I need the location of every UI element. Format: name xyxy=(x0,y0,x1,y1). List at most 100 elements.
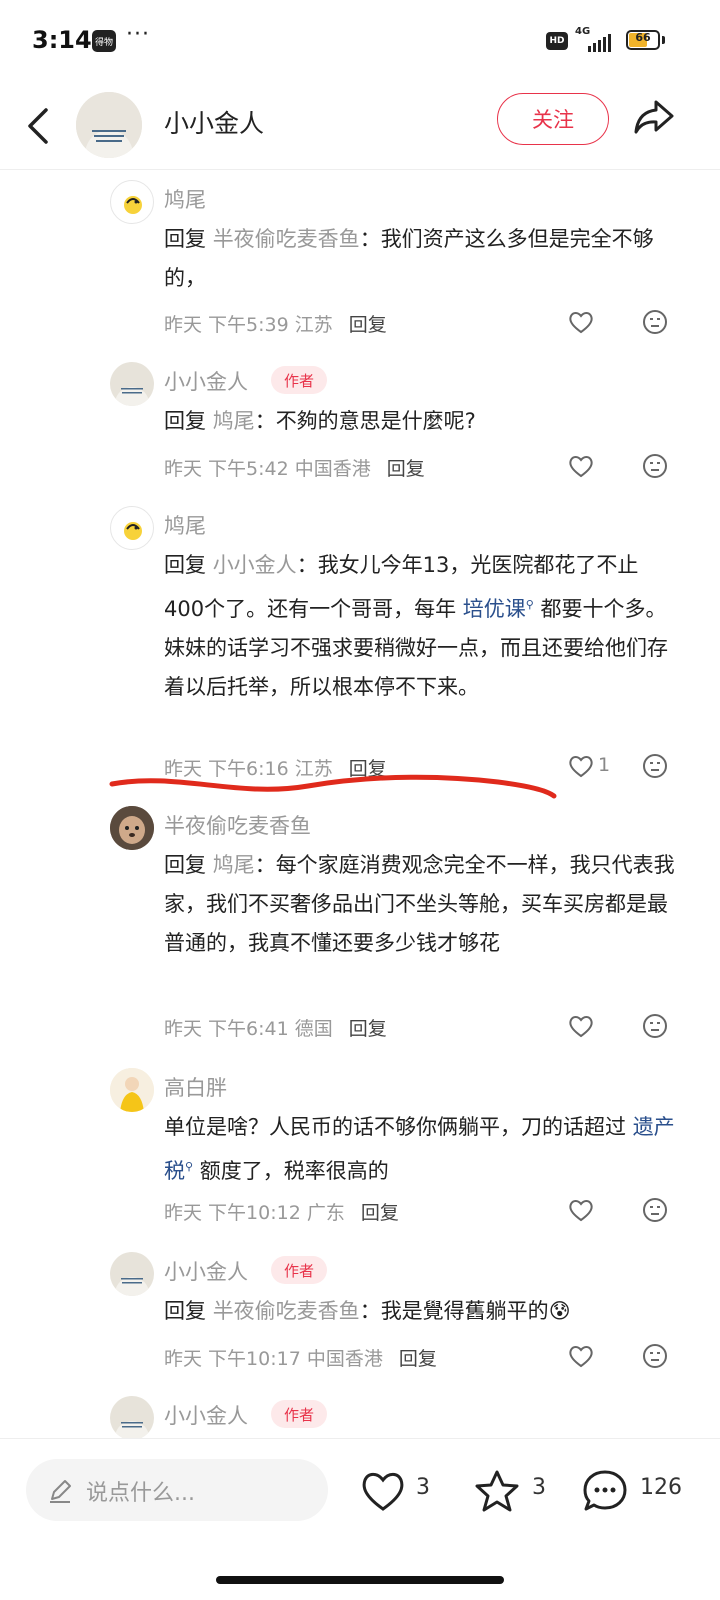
comment-text: 回复 鸠尾：每个家庭消费观念完全不一样，我只代表我家，我们不买奢侈品出门不坐头等… xyxy=(164,846,676,963)
commenter-name[interactable]: 高白胖 xyxy=(164,1072,227,1102)
comment-text: 回复 半夜偷吃麦香鱼：我是覺得舊躺平的😰 xyxy=(164,1292,676,1331)
red-annotation-stroke xyxy=(109,774,557,799)
comment-body-cont: 额度了，税率很高的 xyxy=(199,1159,389,1183)
commenter-avatar[interactable] xyxy=(110,1396,154,1440)
dislike-face-icon[interactable] xyxy=(642,309,668,335)
dislike-face-icon[interactable] xyxy=(642,453,668,479)
comment-item: 鸠尾 回复 小小金人：我女儿今年13，光医院都花了不止400个了。还有一个哥哥，… xyxy=(0,504,720,794)
reply-prefix: 回复 xyxy=(164,1299,206,1323)
comment-body: 单位是啥？人民币的话不够你俩躺平，刀的话超过 xyxy=(164,1115,626,1139)
dislike-face-icon[interactable] xyxy=(642,1013,668,1039)
comment-item: 小小金人 作者 回复 鸠尾：不夠的意思是什麼呢? 昨天 下午5:42 中国香港 … xyxy=(0,360,720,490)
comment-body: 我是覺得舊躺平的 xyxy=(380,1299,549,1323)
comment-time-location: 昨天 下午10:17 中国香港 xyxy=(164,1348,383,1370)
reply-target[interactable]: 小小金人 xyxy=(213,553,297,577)
reply-colon: ： xyxy=(254,409,276,433)
reply-button[interactable]: 回复 xyxy=(399,1348,437,1370)
reply-button[interactable]: 回复 xyxy=(361,1202,399,1224)
comment-text: 回复 小小金人：我女儿今年13，光医院都花了不止400个了。还有一个哥哥，每年 … xyxy=(164,546,676,707)
keyword-link[interactable]: 培优课 xyxy=(463,597,526,621)
star-icon[interactable] xyxy=(474,1469,520,1513)
reply-prefix: 回复 xyxy=(164,227,206,251)
user-avatar[interactable] xyxy=(76,92,142,158)
hd-icon: HD xyxy=(546,32,568,50)
like-heart-icon[interactable] xyxy=(360,1469,406,1513)
comment-item: 高白胖 单位是啥？人民币的话不够你俩躺平，刀的话超过 遗产税⚲ 额度了，税率很高… xyxy=(0,1066,720,1236)
heart-icon[interactable] xyxy=(568,454,594,478)
commenter-name[interactable]: 鸠尾 xyxy=(164,184,206,214)
star-count: 3 xyxy=(532,1475,546,1500)
commenter-avatar[interactable] xyxy=(110,1068,154,1112)
heart-icon[interactable] xyxy=(568,1014,594,1038)
commenter-name[interactable]: 小小金人 xyxy=(164,1400,248,1430)
home-indicator[interactable] xyxy=(216,1576,504,1584)
commenter-name[interactable]: 小小金人 xyxy=(164,366,248,396)
commenter-avatar[interactable] xyxy=(110,362,154,406)
comment-text: 回复 鸠尾：不夠的意思是什麼呢? xyxy=(164,402,676,441)
back-arrow-icon[interactable] xyxy=(20,100,56,152)
comment-meta: 昨天 下午10:12 广东 回复 xyxy=(164,1198,399,1225)
comment-item: 鸠尾 回复 半夜偷吃麦香鱼：我们资产这么多但是完全不够的， 昨天 下午5:39 … xyxy=(0,176,720,346)
battery-icon: 66 xyxy=(626,30,660,50)
reply-prefix: 回复 xyxy=(164,409,206,433)
follow-button[interactable]: 关注 xyxy=(497,93,609,145)
comment-item: 半夜偷吃麦香鱼 回复 鸠尾：每个家庭消费观念完全不一样，我只代表我家，我们不买奢… xyxy=(0,804,720,1050)
reply-colon: ： xyxy=(359,1299,381,1323)
author-badge: 作者 xyxy=(271,1256,327,1284)
battery-tip xyxy=(662,36,665,44)
comment-time-location: 昨天 下午6:41 德国 xyxy=(164,1018,333,1040)
reply-target[interactable]: 鸠尾 xyxy=(213,409,255,433)
status-bar: 3:14 得物 ··· HD 4G 66 xyxy=(0,0,720,84)
comment-input[interactable]: 说点什么... xyxy=(26,1459,328,1521)
commenter-name[interactable]: 小小金人 xyxy=(164,1256,248,1286)
reply-colon: ： xyxy=(296,553,318,577)
heart-icon[interactable] xyxy=(568,754,594,778)
dislike-face-icon[interactable] xyxy=(642,1197,668,1223)
reply-target[interactable]: 半夜偷吃麦香鱼 xyxy=(213,227,360,251)
comment-meta: 昨天 下午5:39 江苏 回复 xyxy=(164,310,387,337)
app-notification-icon: 得物 xyxy=(92,30,116,52)
heart-icon[interactable] xyxy=(568,310,594,334)
reply-button[interactable]: 回复 xyxy=(349,314,387,336)
status-time: 3:14 xyxy=(32,26,92,54)
comment-time-location: 昨天 下午10:12 广东 xyxy=(164,1202,345,1224)
dislike-face-icon[interactable] xyxy=(642,1343,668,1369)
comment-count: 126 xyxy=(640,1475,682,1500)
dislike-face-icon[interactable] xyxy=(642,753,668,779)
reply-prefix: 回复 xyxy=(164,853,206,877)
comment-meta: 昨天 下午5:42 中国香港 回复 xyxy=(164,454,425,481)
reply-button[interactable]: 回复 xyxy=(387,458,425,480)
comment-body: 不夠的意思是什麼呢? xyxy=(275,409,476,433)
commenter-name[interactable]: 鸠尾 xyxy=(164,510,206,540)
heart-icon[interactable] xyxy=(568,1344,594,1368)
commenter-avatar[interactable] xyxy=(110,506,154,550)
battery-level: 66 xyxy=(635,31,651,44)
input-placeholder: 说点什么... xyxy=(86,1481,195,1506)
share-icon[interactable] xyxy=(632,98,676,138)
comment-bubble-icon[interactable] xyxy=(582,1469,628,1513)
reply-target[interactable]: 鸠尾 xyxy=(213,853,255,877)
header-user-name[interactable]: 小小金人 xyxy=(164,104,264,140)
comment-time-location: 昨天 下午5:39 江苏 xyxy=(164,314,333,336)
commenter-name[interactable]: 半夜偷吃麦香鱼 xyxy=(164,810,311,840)
reply-colon: ： xyxy=(359,227,381,251)
author-badge: 作者 xyxy=(271,1400,327,1428)
search-icon: ⚲ xyxy=(185,1160,194,1173)
like-count: 3 xyxy=(416,1475,430,1500)
search-icon: ⚲ xyxy=(525,598,534,611)
signal-icon xyxy=(588,32,611,52)
reply-target[interactable]: 半夜偷吃麦香鱼 xyxy=(213,1299,360,1323)
reply-button[interactable]: 回复 xyxy=(349,1018,387,1040)
pencil-icon xyxy=(50,1480,71,1503)
like-count: 1 xyxy=(598,754,611,776)
reply-prefix: 回复 xyxy=(164,553,206,577)
comment-item: 小小金人 作者 回复 半夜偷吃麦香鱼：我是覺得舊躺平的😰 昨天 下午10:17 … xyxy=(0,1250,720,1380)
reply-colon: ： xyxy=(254,853,276,877)
comment-text: 回复 半夜偷吃麦香鱼：我们资产这么多但是完全不够的， xyxy=(164,220,676,298)
heart-icon[interactable] xyxy=(568,1198,594,1222)
commenter-avatar[interactable] xyxy=(110,180,154,224)
commenter-avatar[interactable] xyxy=(110,806,154,850)
more-notifications-icon: ··· xyxy=(126,22,150,47)
emoji-sticker: 😰 xyxy=(548,1299,571,1323)
commenter-avatar[interactable] xyxy=(110,1252,154,1296)
